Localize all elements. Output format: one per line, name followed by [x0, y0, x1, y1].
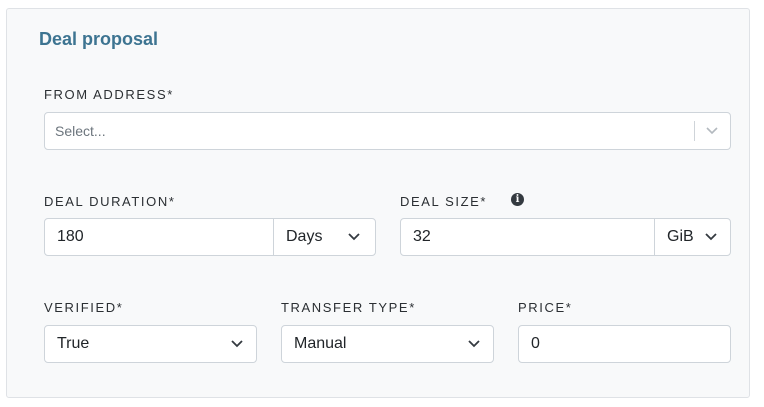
chevron-down-icon	[348, 233, 360, 241]
deal-size-unit: GiB	[667, 228, 694, 245]
from-address-select[interactable]: Select...	[44, 112, 731, 150]
price-input[interactable]: 0	[518, 325, 731, 363]
deal-duration-unit: Days	[286, 228, 323, 245]
chevron-down-icon	[705, 233, 717, 241]
info-icon[interactable]: i	[511, 193, 524, 206]
chevron-down-icon[interactable]	[706, 127, 718, 135]
verified-label: VERIFIED*	[44, 300, 124, 315]
deal-duration-value: 180	[57, 228, 84, 245]
price-value: 0	[531, 335, 540, 352]
transfer-type-select[interactable]: Manual	[281, 325, 494, 363]
deal-proposal-panel: Deal proposal FROM ADDRESS* Select... DE…	[6, 8, 750, 398]
from-address-label: FROM ADDRESS*	[44, 87, 174, 102]
chevron-down-icon	[468, 340, 480, 348]
deal-size-value: 32	[413, 228, 431, 245]
deal-size-label: DEAL SIZE*	[400, 194, 488, 209]
deal-duration-unit-select[interactable]: Days	[273, 218, 376, 256]
verified-value: True	[57, 335, 90, 352]
deal-duration-label: DEAL DURATION*	[44, 194, 176, 209]
verified-select[interactable]: True	[44, 325, 257, 363]
select-separator	[694, 121, 695, 141]
deal-duration-input[interactable]: 180	[44, 218, 274, 256]
transfer-type-label: TRANSFER TYPE*	[281, 300, 416, 315]
chevron-down-icon	[231, 340, 243, 348]
transfer-type-value: Manual	[294, 335, 347, 352]
from-address-placeholder: Select...	[55, 123, 106, 139]
deal-size-input[interactable]: 32	[400, 218, 655, 256]
panel-title: Deal proposal	[39, 29, 159, 49]
deal-size-unit-select[interactable]: GiB	[654, 218, 731, 256]
price-label: PRICE*	[518, 300, 573, 315]
